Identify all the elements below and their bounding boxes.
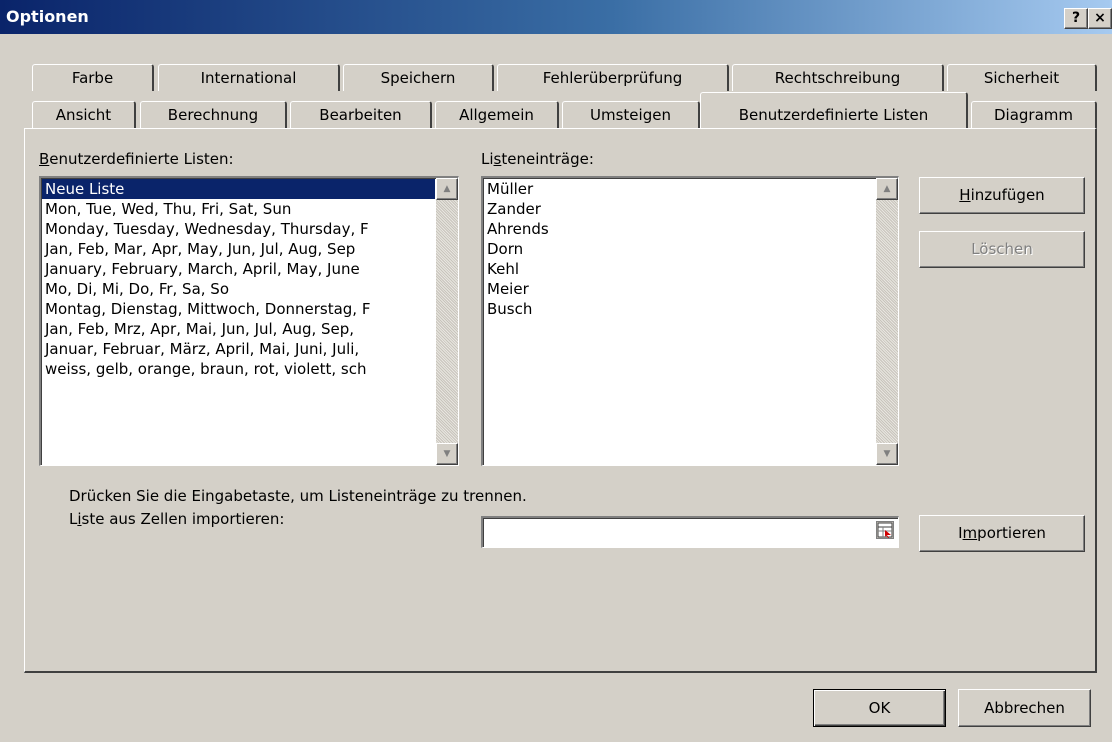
tab-panel: Benutzerdefinierte Listen: Neue Liste Mo…: [24, 128, 1097, 673]
custom-lists-label: Benutzerdefinierte Listen:: [39, 150, 234, 168]
tab-benutzerdefinierte-listen[interactable]: Benutzerdefinierte Listen: [700, 92, 968, 128]
list-entries-items: Müller Zander Ahrends Dorn Kehl Meier Bu…: [484, 179, 875, 465]
tab-fehlerueberpruefung[interactable]: Fehlerüberprüfung: [497, 64, 729, 91]
list-item[interactable]: Montag, Dienstag, Mittwoch, Donnerstag, …: [42, 299, 435, 319]
entry-line: Zander: [487, 200, 541, 218]
tab-rechtschreibung[interactable]: Rechtschreibung: [732, 64, 944, 91]
list-item[interactable]: weiss, gelb, orange, braun, rot, violett…: [42, 359, 435, 379]
custom-lists-label-mnemonic: B: [39, 150, 50, 168]
cancel-button[interactable]: Abbrechen: [958, 689, 1091, 727]
tab-berechnung[interactable]: Berechnung: [140, 101, 287, 128]
add-button-mnemonic: H: [959, 186, 971, 204]
list-entries-label-pre: Li: [481, 150, 494, 168]
import-button[interactable]: Importieren: [919, 515, 1085, 552]
entry-line: Meier: [487, 280, 529, 298]
tab-farbe[interactable]: Farbe: [32, 64, 154, 91]
list-item[interactable]: Mon, Tue, Wed, Thu, Fri, Sat, Sun: [42, 199, 435, 219]
add-button[interactable]: Hinzufügen: [919, 177, 1085, 214]
list-item[interactable]: Jan, Feb, Mrz, Apr, Mai, Jun, Jul, Aug, …: [42, 319, 435, 339]
list-item[interactable]: Jan, Feb, Mar, Apr, May, Jun, Jul, Aug, …: [42, 239, 435, 259]
custom-lists-scrollbar[interactable]: ▲ ▼: [436, 178, 458, 465]
entry-line: Müller: [487, 180, 534, 198]
list-item[interactable]: Januar, Februar, März, April, Mai, Juni,…: [42, 339, 435, 359]
add-button-label: inzufügen: [970, 186, 1045, 204]
help-button[interactable]: ?: [1064, 8, 1088, 29]
window-title: Optionen: [6, 7, 89, 26]
options-dialog: Optionen ? × Farbe International Speiche…: [0, 0, 1112, 742]
tab-international[interactable]: International: [158, 64, 340, 91]
list-entries-label: Listeneinträge:: [481, 150, 594, 168]
import-label-post: ste aus Zellen importieren:: [81, 510, 285, 528]
title-bar[interactable]: Optionen: [0, 0, 1112, 34]
tab-ansicht[interactable]: Ansicht: [32, 101, 136, 128]
tab-speichern[interactable]: Speichern: [343, 64, 494, 91]
tab-diagramm[interactable]: Diagramm: [971, 101, 1097, 128]
tab-allgemein[interactable]: Allgemein: [435, 101, 559, 128]
tab-umsteigen[interactable]: Umsteigen: [562, 101, 700, 128]
hint-text: Drücken Sie die Eingabetaste, um Listene…: [69, 487, 527, 505]
range-select-icon[interactable]: [876, 521, 894, 539]
import-button-post: portieren: [977, 524, 1046, 542]
range-select-glyph: [877, 522, 893, 538]
list-entries-label-post: teneinträge:: [501, 150, 594, 168]
list-item[interactable]: Monday, Tuesday, Wednesday, Thursday, F: [42, 219, 435, 239]
tab-sicherheit[interactable]: Sicherheit: [947, 64, 1097, 91]
scroll-up-arrow-icon[interactable]: ▲: [436, 178, 458, 200]
import-range-input[interactable]: [481, 516, 899, 548]
list-item[interactable]: Neue Liste: [42, 179, 435, 199]
tab-bearbeiten[interactable]: Bearbeiten: [290, 101, 432, 128]
entry-line: Ahrends: [487, 220, 549, 238]
import-label: Liste aus Zellen importieren:: [69, 510, 284, 528]
list-item[interactable]: January, February, March, April, May, Ju…: [42, 259, 435, 279]
entry-line: Busch: [487, 300, 533, 318]
custom-lists-label-text: enutzerdefinierte Listen:: [49, 150, 234, 168]
ok-button[interactable]: OK: [813, 689, 946, 727]
list-entries-textarea[interactable]: Müller Zander Ahrends Dorn Kehl Meier Bu…: [481, 176, 899, 466]
scroll-down-arrow-icon[interactable]: ▼: [436, 443, 458, 465]
list-item[interactable]: Mo, Di, Mi, Do, Fr, Sa, So: [42, 279, 435, 299]
import-button-mnemonic: m: [962, 524, 978, 542]
entry-line: Dorn: [487, 240, 524, 258]
list-entries-scrollbar[interactable]: ▲ ▼: [876, 178, 898, 465]
scroll-down-arrow-icon[interactable]: ▼: [876, 443, 898, 465]
delete-button[interactable]: Löschen: [919, 231, 1085, 268]
close-button[interactable]: ×: [1088, 8, 1112, 29]
entry-line: Kehl: [487, 260, 519, 278]
scroll-up-arrow-icon[interactable]: ▲: [876, 178, 898, 200]
custom-lists-items: Neue Liste Mon, Tue, Wed, Thu, Fri, Sat,…: [42, 179, 435, 465]
custom-lists-listbox[interactable]: Neue Liste Mon, Tue, Wed, Thu, Fri, Sat,…: [39, 176, 459, 466]
